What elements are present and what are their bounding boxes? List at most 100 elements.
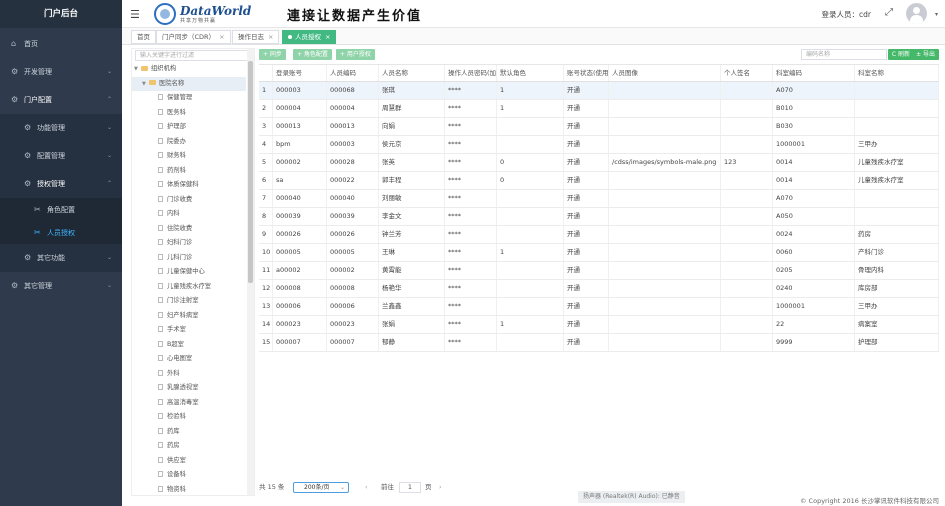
cell-staff-name: 张英 <box>379 154 445 171</box>
cell-password: **** <box>445 334 497 351</box>
sidebar-item-function[interactable]: ⚙ 功能管理 ⌄ <box>0 114 122 142</box>
tree-node[interactable]: 护理部 <box>132 120 246 135</box>
sidebar-item-config[interactable]: ⚙ 配置管理 ⌄ <box>0 142 122 170</box>
tree-node[interactable]: 妇科门诊 <box>132 236 246 251</box>
tree-node[interactable]: 物资科 <box>132 483 246 496</box>
tab-user-auth[interactable]: 人员授权 × <box>282 30 337 44</box>
tree-node[interactable]: 检验科 <box>132 410 246 425</box>
document-icon <box>158 456 163 463</box>
tree-node[interactable]: 药库 <box>132 425 246 440</box>
cell-staff-code: 000006 <box>327 298 379 315</box>
table-row[interactable]: 6 sa 000022 郭丰程 **** 0 开通 0014 儿童残疾水疗室 <box>259 172 939 190</box>
cell-staff-name: 钟兰芳 <box>379 226 445 243</box>
role-config-button[interactable]: + 角色配置 <box>293 49 332 60</box>
tree-node[interactable]: 院委办 <box>132 135 246 150</box>
cell-row-number: 10 <box>259 244 273 261</box>
cell-signature <box>721 118 773 135</box>
page-input[interactable]: 1 <box>399 482 421 493</box>
tree-node[interactable]: 门诊收费 <box>132 193 246 208</box>
fullscreen-icon[interactable]: ⤢ <box>885 7 893 18</box>
cell-staff-code: 000007 <box>327 334 379 351</box>
tree-node[interactable]: 内科 <box>132 207 246 222</box>
table-row[interactable]: 14 000023 000023 张娟 **** 1 开通 22 病案室 <box>259 316 939 334</box>
table-row[interactable]: 1 000003 000068 张琪 **** 1 开通 A070 <box>259 82 939 100</box>
next-page-icon[interactable]: › <box>439 482 442 493</box>
cell-login-account: 000002 <box>273 154 327 171</box>
sidebar-item-auth[interactable]: ⚙ 授权管理 ⌃ <box>0 170 122 198</box>
tree-node[interactable]: B超室 <box>132 338 246 353</box>
export-button[interactable]: ± 导出 <box>912 49 939 60</box>
sidebar-item-portal[interactable]: ⚙ 门户配置 ⌃ <box>0 86 122 114</box>
sidebar-item-user-auth[interactable]: ✂ 人员授权 <box>0 221 122 244</box>
close-icon[interactable]: × <box>219 33 224 41</box>
logo-text: DataWorld <box>180 3 252 18</box>
tree-node[interactable]: 财务科 <box>132 149 246 164</box>
cell-staff-name: 张琪 <box>379 82 445 99</box>
table-row[interactable]: 15 000007 000007 郁静 **** 开通 9999 护理部 <box>259 334 939 352</box>
sidebar-item-role-config[interactable]: ✂ 角色配置 <box>0 198 122 221</box>
avatar[interactable] <box>906 3 927 24</box>
table-row[interactable]: 13 000006 000006 兰鑫鑫 **** 开通 1000001 三甲办 <box>259 298 939 316</box>
close-icon[interactable]: × <box>325 33 330 41</box>
tree-node[interactable]: 门诊注射室 <box>132 294 246 309</box>
caret-down-icon[interactable]: ▾ <box>935 11 938 18</box>
table-row[interactable]: 12 000008 000008 杨艳华 **** 开通 0240 库房部 <box>259 280 939 298</box>
table-row[interactable]: 7 000040 000040 刘丽敏 **** 开通 A070 <box>259 190 939 208</box>
tree-scrollbar[interactable] <box>247 49 254 495</box>
tree-node[interactable]: 心电图室 <box>132 352 246 367</box>
tree-node[interactable]: 药房 <box>132 439 246 454</box>
table-row[interactable]: 11 a00002 000002 黄霄能 **** 开通 0205 骨理内科 <box>259 262 939 280</box>
menu-toggle-icon[interactable]: ☰ <box>130 8 140 21</box>
tab-portal-sync[interactable]: 门户同步（CDR） × <box>156 30 231 44</box>
tab-home[interactable]: 首页 <box>131 30 156 44</box>
cell-staff-image <box>609 100 721 117</box>
prev-page-icon[interactable]: ‹ <box>365 482 368 493</box>
sidebar-item-other-manage[interactable]: ⚙ 其它管理 ⌄ <box>0 272 122 300</box>
sidebar-item-dev[interactable]: ⚙ 开发管理 ⌄ <box>0 58 122 86</box>
tree-node[interactable]: 住院收费 <box>132 222 246 237</box>
cell-signature <box>721 298 773 315</box>
cell-dept-code: A070 <box>773 82 855 99</box>
user-auth-button[interactable]: + 用户授权 <box>336 49 375 60</box>
tree-node[interactable]: 乳腺透视室 <box>132 381 246 396</box>
cell-staff-name: 郭丰程 <box>379 172 445 189</box>
tree-node[interactable]: 设备科 <box>132 468 246 483</box>
cell-default-role <box>497 226 564 243</box>
refresh-button[interactable]: C 刷新 <box>887 49 914 60</box>
tree-node[interactable]: 手术室 <box>132 323 246 338</box>
search-input[interactable]: 编码名称 <box>801 49 887 60</box>
sync-button[interactable]: + 同步 <box>259 49 286 60</box>
tree-node[interactable]: 药剂科 <box>132 164 246 179</box>
tree-node[interactable]: 外科 <box>132 367 246 382</box>
sidebar-item-other-func[interactable]: ⚙ 其它功能 ⌄ <box>0 244 122 272</box>
sidebar-item-home[interactable]: ⌂ 首页 <box>0 30 122 58</box>
table-row[interactable]: 5 000002 000028 张英 **** 0 开通/cdss/images/symbo… <box>259 154 939 172</box>
tree-scroll-thumb[interactable] <box>248 61 253 283</box>
document-icon <box>158 195 163 202</box>
tree-node[interactable]: 医务科 <box>132 106 246 121</box>
tree-node[interactable]: 儿童残疾水疗室 <box>132 280 246 295</box>
cell-signature <box>721 262 773 279</box>
tree-node-hospital[interactable]: ▼ 医院名称 <box>132 76 246 91</box>
table-row[interactable]: 3 000013 000013 向娟 **** 开通 B030 <box>259 118 939 136</box>
tree-node-root[interactable]: ▼ 组织机构 <box>132 62 246 77</box>
page-size-select[interactable]: 200条/页 ⌄ <box>293 482 349 493</box>
tree-node[interactable]: 高温消毒室 <box>132 396 246 411</box>
tree-filter-input[interactable]: 输入关键字进行过滤 <box>135 50 252 61</box>
tree-node[interactable]: 保健管理 <box>132 91 246 106</box>
tree-node[interactable]: 供应室 <box>132 454 246 469</box>
tab-operation-log[interactable]: 操作日志 × <box>232 30 280 44</box>
table-row[interactable]: 8 000039 000039 李金文 **** 开通 A050 <box>259 208 939 226</box>
cell-dept-name: 病案室 <box>855 316 939 333</box>
table-row[interactable]: 9 000026 000026 钟兰芳 **** 开通 0024 药房 <box>259 226 939 244</box>
tree-node[interactable]: 体质保健科 <box>132 178 246 193</box>
tools-icon: ✂ <box>34 228 41 237</box>
tree-node[interactable]: 儿科门诊 <box>132 251 246 266</box>
tree-node[interactable]: 儿童保健中心 <box>132 265 246 280</box>
table-row[interactable]: 2 000004 000004 周慧群 **** 1 开通 B010 <box>259 100 939 118</box>
cell-account-status: 开通 <box>564 100 609 117</box>
tree-node[interactable]: 妇产科病室 <box>132 309 246 324</box>
table-row[interactable]: 4 bpm 000003 侯元京 **** 开通 1000001 三甲办 <box>259 136 939 154</box>
table-row[interactable]: 10 000005 000005 王琳 **** 1 开通 0060 产科门诊 <box>259 244 939 262</box>
close-icon[interactable]: × <box>268 33 273 41</box>
